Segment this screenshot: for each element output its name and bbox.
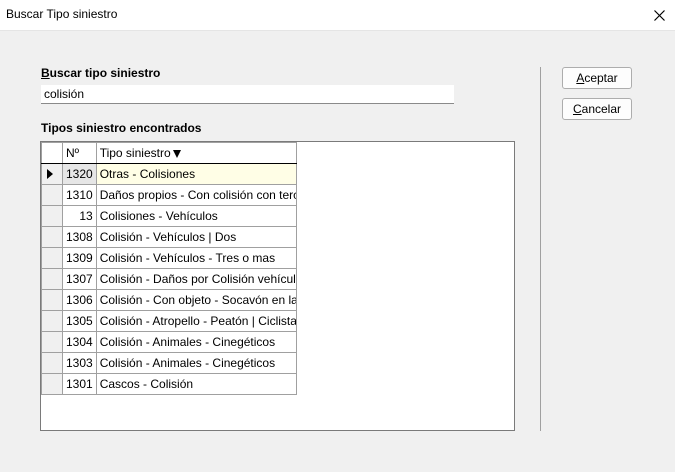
column-header-name[interactable]: Tipo siniestro bbox=[95, 142, 297, 164]
table-row[interactable]: 13 Colisiones - Vehículos bbox=[41, 205, 297, 227]
window-title: Buscar Tipo siniestro bbox=[6, 7, 118, 21]
cell-name[interactable]: Colisión - Daños por Colisión vehículo c bbox=[95, 268, 297, 290]
cell-name[interactable]: Colisión - Con objeto - Socavón en la ví bbox=[95, 289, 297, 311]
cell-num[interactable]: 1304 bbox=[62, 331, 97, 353]
row-selector[interactable] bbox=[41, 247, 63, 269]
cell-num[interactable]: 1307 bbox=[62, 268, 97, 290]
column-header-num-label: Nº bbox=[66, 146, 80, 160]
current-row-arrow-icon bbox=[47, 169, 53, 179]
search-label: Buscar tipo siniestro bbox=[41, 66, 160, 80]
dialog-body: Buscar tipo siniestro Tipos siniestro en… bbox=[0, 31, 675, 472]
search-input[interactable] bbox=[41, 85, 454, 104]
accept-button[interactable]: Aceptar bbox=[562, 67, 632, 89]
search-label-text: uscar tipo siniestro bbox=[49, 66, 161, 80]
close-icon bbox=[653, 9, 665, 21]
cell-name[interactable]: Colisión - Animales - Cinegéticos bbox=[95, 352, 297, 374]
row-selector[interactable] bbox=[41, 310, 63, 332]
search-label-access-key: B bbox=[41, 66, 50, 80]
cell-name[interactable]: Cascos - Colisión bbox=[95, 373, 297, 395]
table-row[interactable]: 1305 Colisión - Atropello - Peatón | Cicl… bbox=[41, 310, 297, 332]
table-row[interactable]: 1304 Colisión - Animales - Cinegéticos bbox=[41, 331, 297, 353]
cell-name[interactable]: Daños propios - Con colisión con tercero bbox=[95, 184, 297, 206]
row-selector-header bbox=[41, 142, 63, 164]
results-table: Nº Tipo siniestro 1320 Otras - Colisiones… bbox=[41, 142, 297, 395]
row-selector[interactable] bbox=[41, 163, 63, 185]
cell-num[interactable]: 1309 bbox=[62, 247, 97, 269]
cell-name[interactable]: Colisión - Vehículos | Dos bbox=[95, 226, 297, 248]
row-selector[interactable] bbox=[41, 268, 63, 290]
cell-num[interactable]: 1301 bbox=[62, 373, 97, 395]
table-row[interactable]: 1303 Colisión - Animales - Cinegéticos bbox=[41, 352, 297, 374]
cell-name[interactable]: Colisión - Animales - Cinegéticos bbox=[95, 331, 297, 353]
row-selector[interactable] bbox=[41, 373, 63, 395]
results-grid[interactable]: Nº Tipo siniestro 1320 Otras - Colisiones… bbox=[40, 141, 515, 431]
cell-num[interactable]: 1310 bbox=[62, 184, 97, 206]
cell-num[interactable]: 13 bbox=[62, 205, 97, 227]
cell-num[interactable]: 1308 bbox=[62, 226, 97, 248]
cell-num[interactable]: 1306 bbox=[62, 289, 97, 311]
row-selector[interactable] bbox=[41, 184, 63, 206]
table-row[interactable]: 1309 Colisión - Vehículos - Tres o mas bbox=[41, 247, 297, 269]
row-selector[interactable] bbox=[41, 331, 63, 353]
close-button[interactable] bbox=[643, 0, 675, 30]
table-row[interactable]: 1301 Cascos - Colisión bbox=[41, 373, 297, 395]
cell-num[interactable]: 1303 bbox=[62, 352, 97, 374]
accept-label: ceptar bbox=[584, 71, 618, 85]
title-bar: Buscar Tipo siniestro bbox=[0, 0, 675, 31]
row-selector[interactable] bbox=[41, 205, 63, 227]
row-selector[interactable] bbox=[41, 289, 63, 311]
table-row[interactable]: 1310 Daños propios - Con colisión con ter… bbox=[41, 184, 297, 206]
cancel-access-key: C bbox=[572, 102, 582, 116]
vertical-divider bbox=[540, 67, 541, 431]
cell-name[interactable]: Colisión - Atropello - Peatón | Ciclista bbox=[95, 310, 297, 332]
cancel-label: ancelar bbox=[581, 102, 622, 116]
cell-name[interactable]: Colisiones - Vehículos bbox=[95, 205, 297, 227]
cancel-button[interactable]: Cancelar bbox=[562, 98, 632, 120]
table-row[interactable]: 1306 Colisión - Con objeto - Socavón en l… bbox=[41, 289, 297, 311]
table-row[interactable]: 1307 Colisión - Daños por Colisión vehícu… bbox=[41, 268, 297, 290]
results-label: Tipos siniestro encontrados bbox=[41, 121, 202, 135]
sort-descending-icon bbox=[172, 149, 181, 158]
column-header-name-label: Tipo siniestro bbox=[99, 146, 171, 160]
row-selector[interactable] bbox=[41, 352, 63, 374]
cell-num[interactable]: 1305 bbox=[62, 310, 97, 332]
cell-name[interactable]: Colisión - Vehículos - Tres o mas bbox=[95, 247, 297, 269]
header-row: Nº Tipo siniestro bbox=[41, 142, 297, 164]
table-row[interactable]: 1320 Otras - Colisiones bbox=[41, 163, 297, 185]
cell-num[interactable]: 1320 bbox=[62, 163, 97, 185]
table-row[interactable]: 1308 Colisión - Vehículos | Dos bbox=[41, 226, 297, 248]
cell-name[interactable]: Otras - Colisiones bbox=[95, 163, 297, 185]
column-header-num[interactable]: Nº bbox=[62, 142, 97, 164]
row-selector[interactable] bbox=[41, 226, 63, 248]
